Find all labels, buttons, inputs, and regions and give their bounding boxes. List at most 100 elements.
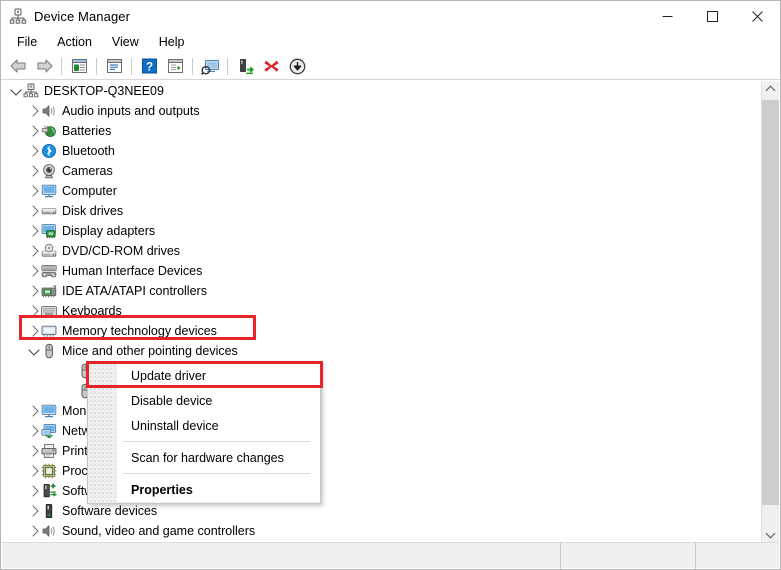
chevron-right-icon[interactable] [26, 481, 41, 501]
toolbar-separator [227, 58, 228, 75]
chevron-right-icon[interactable] [26, 521, 41, 541]
chevron-right-icon[interactable] [26, 321, 41, 341]
help-button[interactable]: ? [136, 54, 162, 78]
tree-item[interactable]: IDE ATA/ATAPI controllers [2, 281, 757, 301]
status-segment-three [696, 543, 779, 569]
network-adapter-icon [41, 423, 57, 439]
ide-controller-icon [41, 283, 57, 299]
vertical-scrollbar[interactable] [761, 81, 779, 543]
tree-item-label: DESKTOP-Q3NEE09 [44, 83, 164, 99]
chevron-right-icon[interactable] [26, 121, 41, 141]
chevron-right-icon[interactable] [26, 181, 41, 201]
toolbar-separator [192, 58, 193, 75]
chevron-right-icon[interactable] [26, 221, 41, 241]
tree-item[interactable]: Cameras [2, 161, 757, 181]
scrollbar-thumb[interactable] [762, 100, 779, 505]
chevron-right-icon[interactable] [26, 281, 41, 301]
tree-item[interactable]: Disk drives [2, 201, 757, 221]
menu-action[interactable]: Action [47, 32, 102, 52]
forward-button[interactable] [31, 54, 57, 78]
chevron-right-icon[interactable] [26, 201, 41, 221]
chevron-right-icon[interactable] [26, 301, 41, 321]
tree-item[interactable]: Display adapters [2, 221, 757, 241]
tree-item[interactable]: Software devices [2, 501, 757, 521]
chevron-right-icon[interactable] [26, 461, 41, 481]
chevron-down-icon[interactable] [8, 81, 23, 101]
menu-view[interactable]: View [102, 32, 149, 52]
tree-twisty-none [62, 381, 77, 401]
tree-item[interactable]: DESKTOP-Q3NEE09 [2, 81, 757, 101]
display-adapter-icon [41, 223, 57, 239]
context-menu-separator [123, 473, 310, 474]
tree-twisty-none [62, 361, 77, 381]
tree-item-label: Display adapters [62, 223, 155, 239]
chevron-right-icon[interactable] [26, 101, 41, 121]
device-context-menu: Update driverDisable deviceUninstall dev… [87, 361, 321, 504]
toolbar-separator [96, 58, 97, 75]
close-button[interactable] [735, 1, 780, 31]
status-segment-main [2, 543, 561, 569]
tree-item[interactable]: Human Interface Devices [2, 261, 757, 281]
tree-item[interactable]: Sound, video and game controllers [2, 521, 757, 541]
minimize-button[interactable] [645, 1, 690, 31]
chevron-right-icon[interactable] [26, 401, 41, 421]
scroll-down-button[interactable] [762, 526, 779, 543]
chevron-down-icon[interactable] [26, 341, 41, 361]
monitor-icon [41, 183, 57, 199]
maximize-button[interactable] [690, 1, 735, 31]
window-controls [645, 1, 780, 31]
tree-item-label: Keyboards [62, 303, 122, 319]
context-menu-item[interactable]: Scan for hardware changes [117, 445, 320, 470]
chevron-right-icon[interactable] [26, 421, 41, 441]
back-button[interactable] [5, 54, 31, 78]
context-menu-item[interactable]: Update driver [117, 363, 320, 388]
tree-item-label: Mice and other pointing devices [62, 343, 238, 359]
device-manager-window: Device Manager File Action View Help [0, 0, 781, 570]
disk-drive-icon [41, 203, 57, 219]
chevron-right-icon[interactable] [26, 241, 41, 261]
tree-item-label: Disk drives [62, 203, 123, 219]
computer-root-icon [23, 83, 39, 99]
title-bar: Device Manager [1, 1, 780, 31]
tree-item-label: Cameras [62, 163, 113, 179]
tree-item[interactable]: Mice and other pointing devices [2, 341, 757, 361]
tree-item-label: Batteries [62, 123, 111, 139]
scroll-up-button[interactable] [762, 81, 779, 98]
tree-item[interactable]: Computer [2, 181, 757, 201]
chevron-right-icon[interactable] [26, 141, 41, 161]
tree-item[interactable]: Audio inputs and outputs [2, 101, 757, 121]
context-menu-item[interactable]: Uninstall device [117, 413, 320, 438]
menu-bar: File Action View Help [1, 31, 780, 53]
tree-item-label: Memory technology devices [62, 323, 217, 339]
camera-icon [41, 163, 57, 179]
context-menu-item[interactable]: Disable device [117, 388, 320, 413]
chevron-right-icon[interactable] [26, 501, 41, 521]
tree-item-label: Sound, video and game controllers [62, 523, 255, 539]
tree-item[interactable]: Keyboards [2, 301, 757, 321]
chevron-right-icon[interactable] [26, 161, 41, 181]
chevron-right-icon[interactable] [26, 441, 41, 461]
context-menu-item[interactable]: Properties [117, 477, 320, 502]
tree-item[interactable]: Batteries [2, 121, 757, 141]
menu-help[interactable]: Help [149, 32, 195, 52]
tree-item[interactable]: Memory technology devices [2, 321, 757, 341]
update-driver-button[interactable] [232, 54, 258, 78]
software-component-icon [41, 483, 57, 499]
context-menu-gutter [89, 363, 118, 502]
speaker-icon [41, 103, 57, 119]
console-tree-button[interactable] [66, 54, 92, 78]
tree-item-label: Bluetooth [62, 143, 115, 159]
memory-device-icon [41, 323, 57, 339]
tree-item[interactable]: DVD/CD-ROM drives [2, 241, 757, 261]
disable-device-button[interactable] [284, 54, 310, 78]
tree-item[interactable]: Bluetooth [2, 141, 757, 161]
tree-item-label: Software devices [62, 503, 157, 519]
action-pane-button[interactable] [162, 54, 188, 78]
uninstall-device-button[interactable] [258, 54, 284, 78]
properties-button[interactable] [101, 54, 127, 78]
scan-for-hardware-changes-button[interactable] [197, 54, 223, 78]
printer-icon [41, 443, 57, 459]
menu-file[interactable]: File [7, 32, 47, 52]
chevron-right-icon[interactable] [26, 261, 41, 281]
tree-item-label: DVD/CD-ROM drives [62, 243, 180, 259]
